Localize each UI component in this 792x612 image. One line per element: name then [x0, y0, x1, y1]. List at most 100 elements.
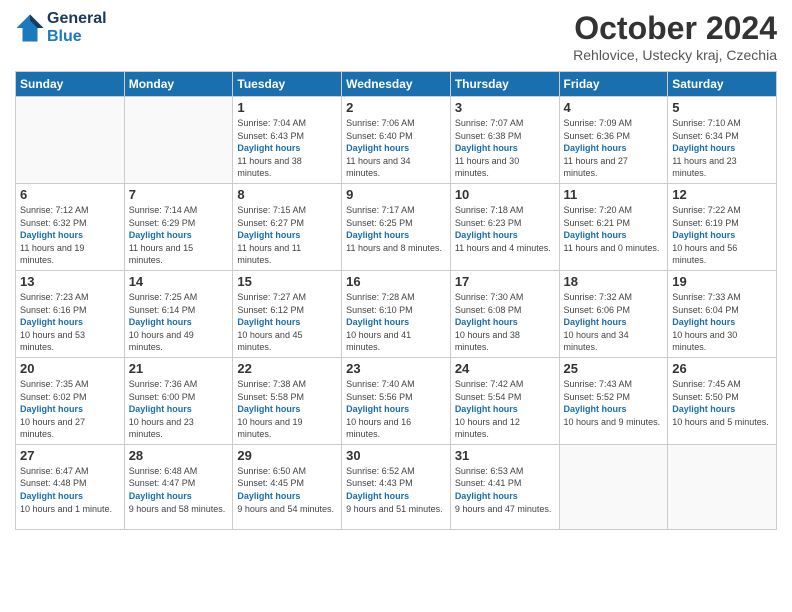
- calendar-day-cell: 13Sunrise: 7:23 AMSunset: 6:16 PMDayligh…: [16, 270, 125, 357]
- calendar-day-cell: [124, 97, 233, 184]
- day-number: 26: [672, 361, 772, 376]
- header: General Blue October 2024 Rehlovice, Ust…: [15, 10, 777, 63]
- day-info: Sunrise: 7:40 AMSunset: 5:56 PMDaylight …: [346, 378, 446, 441]
- calendar-week-row: 6Sunrise: 7:12 AMSunset: 6:32 PMDaylight…: [16, 183, 777, 270]
- day-info: Sunrise: 7:38 AMSunset: 5:58 PMDaylight …: [237, 378, 337, 441]
- calendar-day-cell: 26Sunrise: 7:45 AMSunset: 5:50 PMDayligh…: [668, 357, 777, 444]
- day-number: 8: [237, 187, 337, 202]
- daylight-label: Daylight hours: [672, 143, 735, 153]
- day-number: 18: [564, 274, 664, 289]
- weekday-header-cell: Friday: [559, 72, 668, 97]
- day-number: 14: [129, 274, 229, 289]
- day-info: Sunrise: 6:50 AMSunset: 4:45 PMDaylight …: [237, 465, 337, 515]
- calendar-day-cell: 10Sunrise: 7:18 AMSunset: 6:23 PMDayligh…: [450, 183, 559, 270]
- day-number: 21: [129, 361, 229, 376]
- day-number: 29: [237, 448, 337, 463]
- day-info: Sunrise: 6:48 AMSunset: 4:47 PMDaylight …: [129, 465, 229, 515]
- day-number: 31: [455, 448, 555, 463]
- calendar-week-row: 13Sunrise: 7:23 AMSunset: 6:16 PMDayligh…: [16, 270, 777, 357]
- daylight-label: Daylight hours: [20, 230, 83, 240]
- daylight-label: Daylight hours: [564, 143, 627, 153]
- calendar-day-cell: 8 Sunrise: 7:15 AMSunset: 6:27 PMDaylight…: [233, 183, 342, 270]
- calendar-day-cell: 21 Sunrise: 7:36 AMSunset: 6:00 PMDayligh…: [124, 357, 233, 444]
- daylight-label: Daylight hours: [455, 143, 518, 153]
- daylight-label: Daylight hours: [237, 491, 300, 501]
- calendar-day-cell: 1Sunrise: 7:04 AMSunset: 6:43 PMDaylight…: [233, 97, 342, 184]
- day-info: Sunrise: 7:33 AMSunset: 6:04 PMDaylight …: [672, 291, 772, 354]
- daylight-label: Daylight hours: [129, 317, 192, 327]
- daylight-label: Daylight hours: [346, 491, 409, 501]
- day-info: Sunrise: 7:06 AMSunset: 6:40 PMDaylight …: [346, 117, 446, 180]
- day-number: 13: [20, 274, 120, 289]
- calendar-week-row: 1Sunrise: 7:04 AMSunset: 6:43 PMDaylight…: [16, 97, 777, 184]
- daylight-label: Daylight hours: [672, 317, 735, 327]
- daylight-label: Daylight hours: [346, 317, 409, 327]
- day-number: 12: [672, 187, 772, 202]
- calendar-day-cell: 27 Sunrise: 6:47 AMSunset: 4:48 PMDayligh…: [16, 444, 125, 529]
- day-number: 2: [346, 100, 446, 115]
- calendar-day-cell: 15 Sunrise: 7:27 AMSunset: 6:12 PMDayligh…: [233, 270, 342, 357]
- calendar-day-cell: 3Sunrise: 7:07 AMSunset: 6:38 PMDaylight…: [450, 97, 559, 184]
- calendar-table: SundayMondayTuesdayWednesdayThursdayFrid…: [15, 71, 777, 530]
- daylight-label: Daylight hours: [346, 230, 409, 240]
- calendar-day-cell: 12 Sunrise: 7:22 AMSunset: 6:19 PMDayligh…: [668, 183, 777, 270]
- calendar-day-cell: 16Sunrise: 7:28 AMSunset: 6:10 PMDayligh…: [342, 270, 451, 357]
- day-number: 25: [564, 361, 664, 376]
- calendar-day-cell: 11Sunrise: 7:20 AMSunset: 6:21 PMDayligh…: [559, 183, 668, 270]
- daylight-label: Daylight hours: [237, 230, 300, 240]
- day-info: Sunrise: 7:09 AMSunset: 6:36 PMDaylight …: [564, 117, 664, 180]
- logo-icon: [15, 13, 45, 43]
- calendar-day-cell: [559, 444, 668, 529]
- calendar-day-cell: 7Sunrise: 7:14 AMSunset: 6:29 PMDaylight…: [124, 183, 233, 270]
- daylight-label: Daylight hours: [672, 404, 735, 414]
- weekday-header-cell: Wednesday: [342, 72, 451, 97]
- weekday-header-cell: Tuesday: [233, 72, 342, 97]
- day-info: Sunrise: 7:27 AMSunset: 6:12 PMDaylight …: [237, 291, 337, 354]
- weekday-header-row: SundayMondayTuesdayWednesdayThursdayFrid…: [16, 72, 777, 97]
- calendar-day-cell: 24Sunrise: 7:42 AMSunset: 5:54 PMDayligh…: [450, 357, 559, 444]
- daylight-label: Daylight hours: [455, 404, 518, 414]
- day-number: 17: [455, 274, 555, 289]
- calendar-day-cell: [668, 444, 777, 529]
- day-info: Sunrise: 7:35 AMSunset: 6:02 PMDaylight …: [20, 378, 120, 441]
- calendar-day-cell: 14Sunrise: 7:25 AMSunset: 6:14 PMDayligh…: [124, 270, 233, 357]
- calendar-day-cell: 17Sunrise: 7:30 AMSunset: 6:08 PMDayligh…: [450, 270, 559, 357]
- calendar-day-cell: 30Sunrise: 6:52 AMSunset: 4:43 PMDayligh…: [342, 444, 451, 529]
- day-number: 15: [237, 274, 337, 289]
- day-info: Sunrise: 7:04 AMSunset: 6:43 PMDaylight …: [237, 117, 337, 180]
- day-number: 19: [672, 274, 772, 289]
- daylight-label: Daylight hours: [346, 404, 409, 414]
- logo: General Blue: [15, 10, 107, 45]
- logo-text-line2: Blue: [47, 28, 107, 46]
- daylight-label: Daylight hours: [20, 491, 83, 501]
- calendar-day-cell: 2 Sunrise: 7:06 AMSunset: 6:40 PMDaylight…: [342, 97, 451, 184]
- calendar-day-cell: 5Sunrise: 7:10 AMSunset: 6:34 PMDaylight…: [668, 97, 777, 184]
- calendar-week-row: 20 Sunrise: 7:35 AMSunset: 6:02 PMDayligh…: [16, 357, 777, 444]
- daylight-label: Daylight hours: [129, 404, 192, 414]
- day-number: 27: [20, 448, 120, 463]
- day-info: Sunrise: 7:10 AMSunset: 6:34 PMDaylight …: [672, 117, 772, 180]
- calendar-week-row: 27 Sunrise: 6:47 AMSunset: 4:48 PMDayligh…: [16, 444, 777, 529]
- day-number: 20: [20, 361, 120, 376]
- day-info: Sunrise: 7:15 AMSunset: 6:27 PMDaylight …: [237, 204, 337, 267]
- day-number: 24: [455, 361, 555, 376]
- calendar-day-cell: 31Sunrise: 6:53 AMSunset: 4:41 PMDayligh…: [450, 444, 559, 529]
- weekday-header-cell: Thursday: [450, 72, 559, 97]
- day-number: 11: [564, 187, 664, 202]
- day-number: 23: [346, 361, 446, 376]
- day-info: Sunrise: 7:22 AMSunset: 6:19 PMDaylight …: [672, 204, 772, 267]
- day-number: 22: [237, 361, 337, 376]
- day-info: Sunrise: 7:36 AMSunset: 6:00 PMDaylight …: [129, 378, 229, 441]
- calendar-day-cell: 23 Sunrise: 7:40 AMSunset: 5:56 PMDayligh…: [342, 357, 451, 444]
- weekday-header-cell: Monday: [124, 72, 233, 97]
- daylight-label: Daylight hours: [564, 317, 627, 327]
- page: General Blue October 2024 Rehlovice, Ust…: [0, 0, 792, 612]
- day-info: Sunrise: 6:47 AMSunset: 4:48 PMDaylight …: [20, 465, 120, 515]
- day-info: Sunrise: 6:52 AMSunset: 4:43 PMDaylight …: [346, 465, 446, 515]
- calendar-day-cell: 4Sunrise: 7:09 AMSunset: 6:36 PMDaylight…: [559, 97, 668, 184]
- calendar-day-cell: 28Sunrise: 6:48 AMSunset: 4:47 PMDayligh…: [124, 444, 233, 529]
- day-number: 7: [129, 187, 229, 202]
- daylight-label: Daylight hours: [129, 491, 192, 501]
- day-info: Sunrise: 7:18 AMSunset: 6:23 PMDaylight …: [455, 204, 555, 254]
- location: Rehlovice, Ustecky kraj, Czechia: [573, 47, 777, 63]
